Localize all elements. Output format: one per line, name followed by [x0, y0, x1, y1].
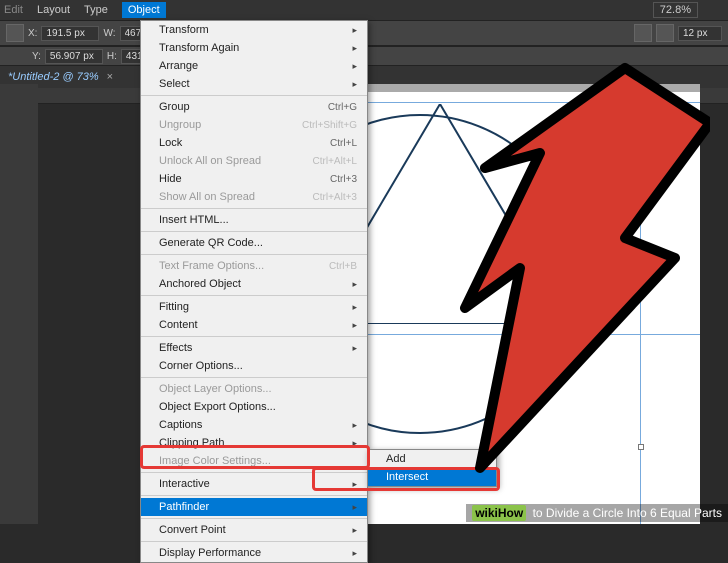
submenu-arrow-icon: ▸ [352, 61, 357, 72]
menu-item-object-export-options-[interactable]: Object Export Options... [141, 398, 367, 416]
menu-item-transform-again[interactable]: Transform Again▸ [141, 39, 367, 57]
menu-item-corner-options-[interactable]: Corner Options... [141, 357, 367, 375]
menu-item-pathfinder[interactable]: Pathfinder▸ [141, 498, 367, 516]
menu-edit[interactable]: Edit [4, 4, 23, 16]
submenu-arrow-icon: ▸ [352, 79, 357, 90]
menu-item-arrange[interactable]: Arrange▸ [141, 57, 367, 75]
menu-item-interactive[interactable]: Interactive▸ [141, 475, 367, 493]
menu-item-content[interactable]: Content▸ [141, 316, 367, 334]
stroke-weight-field[interactable] [678, 26, 722, 41]
submenu-arrow-icon: ▸ [352, 420, 357, 431]
menu-item-convert-point[interactable]: Convert Point▸ [141, 521, 367, 539]
menu-item-generate-qr-code-[interactable]: Generate QR Code... [141, 234, 367, 252]
menu-item-image-color-settings-: Image Color Settings... [141, 452, 367, 470]
zoom-level[interactable]: 72.8% [653, 2, 698, 18]
menu-item-captions[interactable]: Captions▸ [141, 416, 367, 434]
label-w: W: [103, 28, 115, 39]
watermark: wikiHow to Divide a Circle Into 6 Equal … [466, 504, 728, 522]
pathfinder-submenu: AddIntersect [367, 449, 497, 487]
object-dropdown-menu: Transform▸Transform Again▸Arrange▸Select… [140, 20, 368, 563]
watermark-text: to Divide a Circle Into 6 Equal Parts [529, 506, 722, 520]
tool-panel[interactable] [0, 84, 38, 524]
menu-item-display-performance[interactable]: Display Performance▸ [141, 544, 367, 562]
menu-item-ungroup: UngroupCtrl+Shift+G [141, 116, 367, 134]
menu-item-select[interactable]: Select▸ [141, 75, 367, 93]
submenu-arrow-icon: ▸ [352, 525, 357, 536]
submenu-arrow-icon: ▸ [352, 479, 357, 490]
submenu-arrow-icon: ▸ [352, 438, 357, 449]
menu-item-clipping-path[interactable]: Clipping Path▸ [141, 434, 367, 452]
menu-item-text-frame-options-: Text Frame Options...Ctrl+B [141, 257, 367, 275]
x-field[interactable] [41, 26, 99, 41]
submenu-arrow-icon: ▸ [352, 343, 357, 354]
menu-item-unlock-all-on-spread: Unlock All on SpreadCtrl+Alt+L [141, 152, 367, 170]
submenu-arrow-icon: ▸ [352, 43, 357, 54]
distribute-icon[interactable] [656, 24, 674, 42]
y-field[interactable] [45, 49, 103, 64]
menu-item-hide[interactable]: HideCtrl+3 [141, 170, 367, 188]
label-x: X: [28, 28, 37, 39]
menu-item-group[interactable]: GroupCtrl+G [141, 98, 367, 116]
menu-layout[interactable]: Layout [37, 4, 70, 16]
document-name: *Untitled-2 @ 73% [8, 71, 99, 83]
menu-item-anchored-object[interactable]: Anchored Object▸ [141, 275, 367, 293]
submenu-arrow-icon: ▸ [352, 302, 357, 313]
menu-object[interactable]: Object [122, 2, 166, 18]
submenu-arrow-icon: ▸ [352, 320, 357, 331]
selection-handle[interactable] [638, 100, 644, 106]
submenu-item-intersect[interactable]: Intersect [368, 468, 496, 486]
menu-type[interactable]: Type [84, 4, 108, 16]
menu-item-effects[interactable]: Effects▸ [141, 339, 367, 357]
close-tab-icon[interactable]: × [107, 71, 113, 83]
reference-point-icon[interactable] [6, 24, 24, 42]
submenu-arrow-icon: ▸ [352, 25, 357, 36]
submenu-arrow-icon: ▸ [352, 502, 357, 513]
app-menubar: Edit Layout Type Object 72.8% [0, 0, 728, 20]
label-h: H: [107, 51, 117, 62]
menu-item-transform[interactable]: Transform▸ [141, 21, 367, 39]
menu-item-show-all-on-spread: Show All on SpreadCtrl+Alt+3 [141, 188, 367, 206]
menu-item-lock[interactable]: LockCtrl+L [141, 134, 367, 152]
watermark-brand: wikiHow [472, 505, 526, 521]
menu-item-fitting[interactable]: Fitting▸ [141, 298, 367, 316]
menu-item-object-layer-options-: Object Layer Options... [141, 380, 367, 398]
submenu-item-add[interactable]: Add [368, 450, 496, 468]
menu-item-insert-html-[interactable]: Insert HTML... [141, 211, 367, 229]
submenu-arrow-icon: ▸ [352, 548, 357, 559]
submenu-arrow-icon: ▸ [352, 279, 357, 290]
align-icon[interactable] [634, 24, 652, 42]
label-y: Y: [32, 51, 41, 62]
selection-handle[interactable] [638, 444, 644, 450]
